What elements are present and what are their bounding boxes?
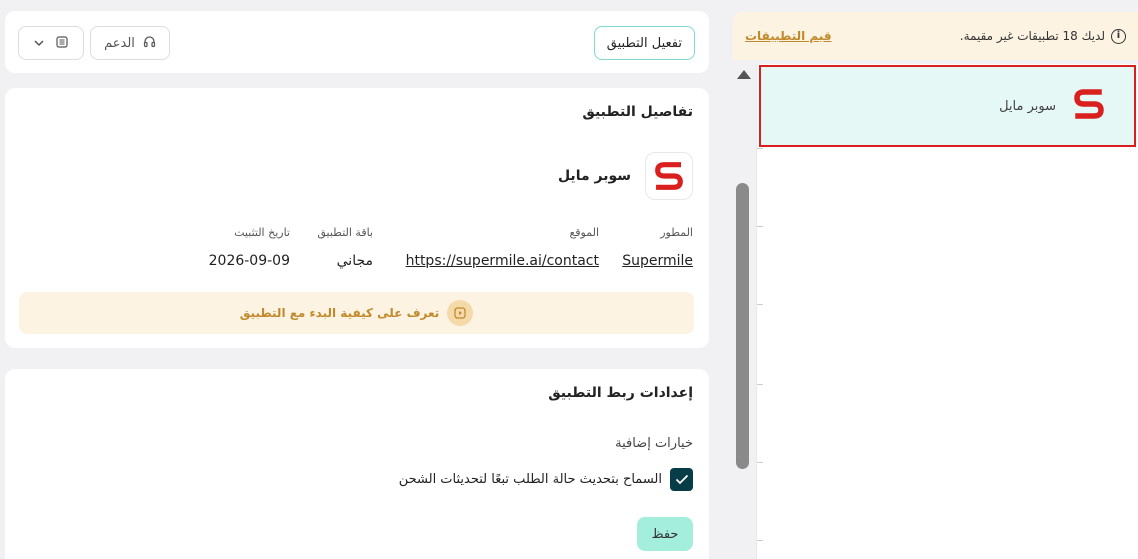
install-date-value: 2026-09-09 [208,253,290,269]
menu-dropdown-button[interactable] [18,26,84,60]
unrated-apps-notice: قيم التطبيقات i لديك 18 تطبيقات غير مقيم… [733,12,1138,60]
supermile-logo-icon [1072,87,1106,125]
checkmark-icon [675,474,688,485]
save-button[interactable]: حفظ [637,517,693,551]
order-status-option: السماح بتحديث حالة الطلب تبعًا لتحديثات … [399,468,693,491]
plan-label: باقة التطبيق [317,226,373,239]
list-icon [56,35,68,51]
notice-message: i لديك 18 تطبيقات غير مقيمة. [959,28,1126,44]
info-icon: i [1111,28,1126,44]
activate-app-button[interactable]: تفعيل التطبيق [593,26,695,60]
divider [757,148,763,149]
developer-field: المطور Supermile [622,226,693,269]
plan-field: باقة التطبيق مجاني [317,226,373,269]
developer-link[interactable]: Supermile [622,253,693,269]
rate-apps-link[interactable]: قيم التطبيقات [745,29,832,43]
site-link[interactable]: https://supermile.ai/contact [406,253,599,269]
divider [757,226,763,227]
support-button[interactable]: الدعم [90,26,170,60]
app-logo [645,152,693,200]
scrollbar-thumb[interactable] [736,183,749,469]
app-list-item[interactable]: سوبر مايل [759,65,1136,147]
link-settings-card: إعدادات ربط التطبيق خيارات إضافية السماح… [5,369,709,559]
app-details-card: تفاصيل التطبيق سوبر مايل المطور Supermil… [5,88,709,348]
supermile-logo-icon [655,162,683,190]
scrollbar[interactable] [733,64,763,559]
app-header: سوبر مايل [558,152,693,200]
site-label: الموقع [569,226,599,239]
app-list-panel: قيم التطبيقات i لديك 18 تطبيقات غير مقيم… [730,0,1138,559]
divider [757,304,763,305]
notice-text: لديك 18 تطبيقات غير مقيمة. [959,29,1105,43]
getting-started-text: تعرف على كيفية البدء مع التطبيق [239,306,440,320]
link-settings-title: إعدادات ربط التطبيق [548,385,693,401]
getting-started-banner[interactable]: تعرف على كيفية البدء مع التطبيق [19,292,694,334]
divider [757,462,763,463]
video-icon [447,300,474,326]
order-status-option-label: السماح بتحديث حالة الطلب تبعًا لتحديثات … [398,472,662,487]
plan-value: مجاني [336,253,373,269]
install-date-field: تاريخ التثبيت 2026-09-09 [209,226,290,269]
headset-icon [143,35,156,52]
support-label: الدعم [104,35,135,51]
app-list-item-name: سوبر مايل [999,98,1056,114]
scroll-up-arrow-icon[interactable] [737,70,751,79]
site-field: الموقع https://supermile.ai/contact [406,226,599,269]
divider [757,384,763,385]
top-bar: الدعم تفعيل التطبيق [5,11,709,73]
developer-label: المطور [660,226,693,239]
extra-options-label: خيارات إضافية [615,436,693,451]
order-status-checkbox[interactable] [670,468,693,491]
divider [757,540,763,541]
app-details-title: تفاصيل التطبيق [582,104,693,120]
app-name: سوبر مايل [557,168,631,184]
install-date-label: تاريخ التثبيت [234,226,290,239]
chevron-down-icon [34,37,44,50]
